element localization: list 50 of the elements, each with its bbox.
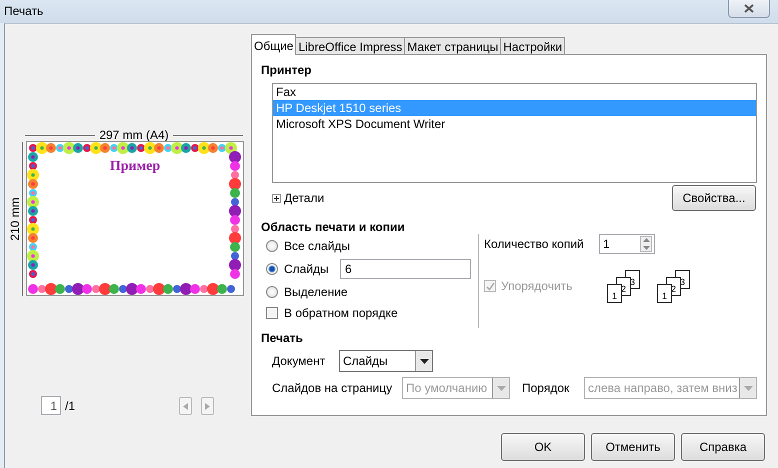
radio-label[interactable]: Выделение	[284, 282, 348, 300]
close-icon	[744, 4, 754, 13]
order-label: Порядок	[522, 380, 570, 397]
order-select: слева направо, затем вниз	[584, 377, 757, 399]
checkbox[interactable]	[266, 307, 278, 319]
tab[interactable]: LibreOffice Impress	[295, 37, 406, 55]
page-number: 1	[657, 284, 672, 303]
radio-label[interactable]: Слайды	[284, 260, 334, 278]
copies-value[interactable]: 1	[603, 235, 610, 253]
expand-icon[interactable]	[272, 194, 281, 202]
previous-page-button[interactable]	[179, 397, 192, 415]
dialog-button[interactable]: Отменить	[591, 433, 675, 461]
radio-button[interactable]	[266, 240, 278, 252]
right-triangle-icon	[205, 402, 210, 410]
printer-item[interactable]: Microsoft XPS Document Writer	[273, 116, 756, 132]
page-field[interactable]: 1	[41, 396, 61, 415]
section-heading: Печать	[261, 331, 304, 346]
slides-per-page-select: По умолчанию	[402, 377, 510, 399]
properties-button[interactable]: Свойства...	[672, 185, 756, 211]
dialog-button[interactable]: OK	[501, 433, 585, 461]
dropdown-arrow-icon[interactable]	[420, 358, 428, 364]
tab[interactable]: Настройки	[500, 37, 566, 55]
document-select[interactable]: Слайды	[339, 350, 433, 372]
width-label: 297 mm (A4)	[98, 127, 170, 144]
slides-field[interactable]: 6	[340, 258, 471, 278]
radio-button[interactable]	[266, 286, 278, 298]
copies-label: Количество копий	[484, 236, 585, 253]
tab[interactable]: Макет страницы	[404, 37, 502, 55]
slide-title: Пример	[108, 158, 162, 176]
radio-label[interactable]: Все слайды	[284, 236, 350, 254]
close-button[interactable]	[728, 0, 770, 18]
window-title: Печать	[4, 3, 44, 20]
height-label: 210 mm	[7, 196, 23, 243]
tab[interactable]: Общие	[251, 34, 296, 55]
section-heading: Принтер	[261, 63, 312, 78]
checkbox-label[interactable]: В обратном порядке	[284, 304, 398, 322]
page-count: /1	[65, 398, 76, 414]
printer-item[interactable]: Fax	[273, 84, 756, 100]
page-number: 1	[607, 284, 622, 303]
next-page-button[interactable]	[201, 397, 214, 415]
spin-arrows-icon[interactable]	[642, 238, 650, 250]
copies-spin-field[interactable]: 1	[599, 234, 655, 254]
dialog-button[interactable]: Справка	[681, 433, 765, 461]
details-label[interactable]: Детали	[284, 189, 324, 207]
radio-button[interactable]	[266, 262, 278, 274]
section-heading: Область печати и копии	[261, 220, 406, 235]
left-triangle-icon	[183, 402, 188, 410]
document-label: Документ	[272, 353, 326, 370]
checkbox-label: Упорядочить	[501, 278, 574, 295]
per-page-label: Слайдов на страницу	[272, 380, 394, 397]
